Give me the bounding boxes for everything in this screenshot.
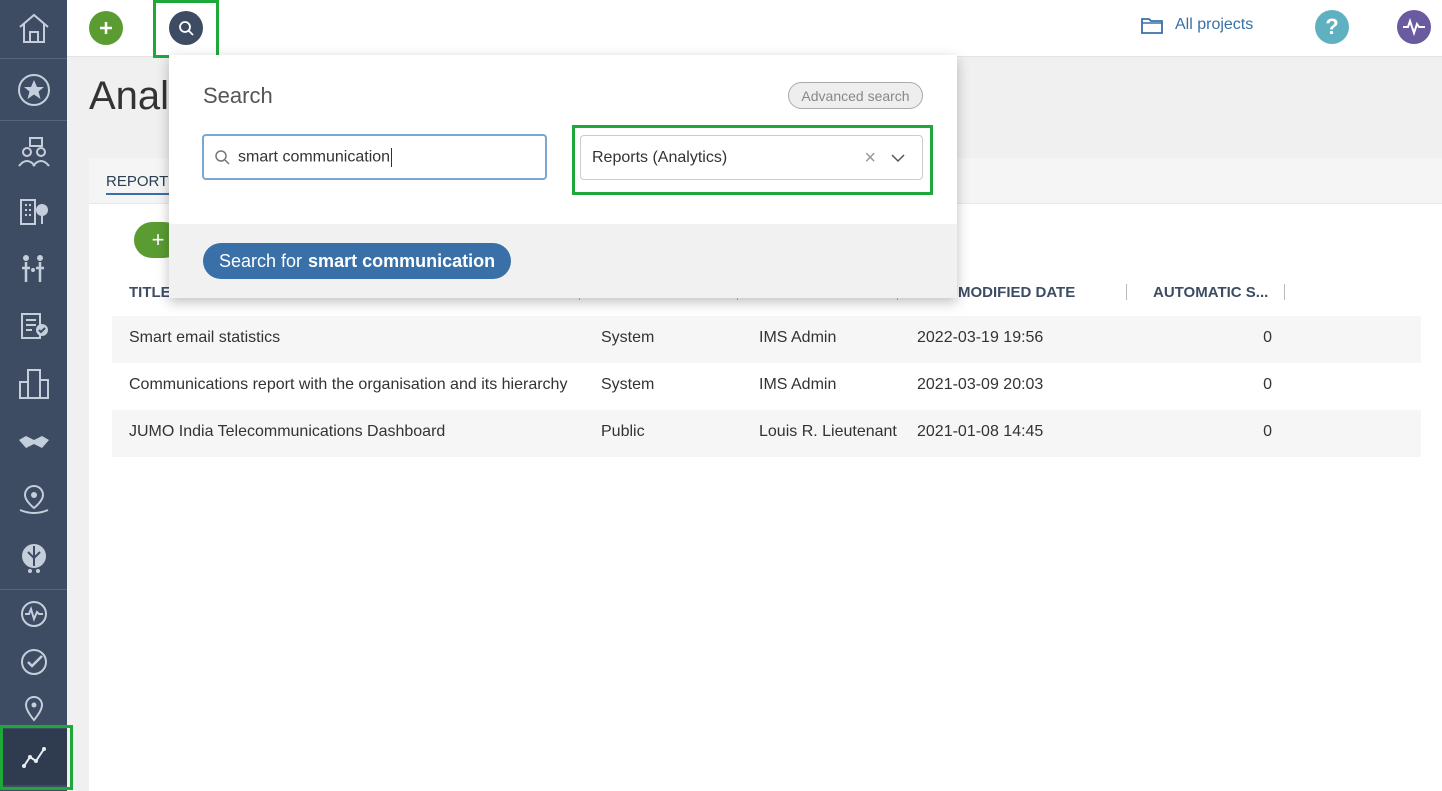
cell-visibility: Public [601,423,645,440]
search-input[interactable]: smart communication [202,134,547,180]
header-title[interactable]: TITLE [129,284,171,301]
map-pin-icon[interactable] [0,472,67,528]
cell-title: Communications report with the organisat… [129,376,568,393]
search-for-query: smart communication [308,250,496,271]
header-automatic[interactable]: AUTOMATIC S... [1153,284,1268,301]
cell-title: Smart email statistics [129,329,281,346]
cell-automatic: 0 [1263,329,1272,346]
cell-owner: Louis R. Lieutenant [759,423,897,440]
cell-automatic: 0 [1263,376,1272,393]
cell-owner: IMS Admin [759,329,837,346]
scope-select-highlight [572,125,933,195]
city-icon[interactable] [0,356,67,412]
plus-icon [100,22,112,34]
search-button-highlight [153,0,219,58]
cell-owner: IMS Admin [759,376,837,393]
tab-reports[interactable]: REPORTS [106,173,179,195]
pulse-icon [1403,18,1425,36]
cell-modified-date: 2022-03-19 19:56 [917,329,1044,346]
cell-visibility: System [601,329,655,346]
buildings-tree-icon[interactable] [0,182,67,238]
cell-modified-date: 2021-03-09 20:03 [917,376,1044,393]
search-icon [215,150,230,165]
help-button[interactable]: ? [1315,10,1349,44]
sidebar [0,0,67,791]
people-chat-icon[interactable] [0,124,67,180]
cell-automatic: 0 [1263,423,1272,440]
cell-modified-date: 2021-01-08 14:45 [917,423,1044,440]
star-icon[interactable] [0,62,67,118]
home-icon[interactable] [0,0,67,56]
search-for-prefix: Search for [219,250,303,271]
folder-icon [1141,18,1163,34]
table-row[interactable]: Smart email statistics System IMS Admin … [112,316,1421,363]
search-panel-title: Search [203,83,273,108]
search-input-value: smart communication [238,148,391,166]
search-for-button[interactable]: Search for smart communication [203,243,512,279]
all-projects-label: All projects [1175,16,1254,33]
activity-button[interactable] [1397,10,1431,44]
topbar: All projects ? [67,0,1442,57]
cell-title: JUMO India Telecommunications Dashboard [129,423,446,440]
advanced-search-button[interactable]: Advanced search [788,82,923,109]
cell-visibility: System [601,376,655,393]
help-icon: ? [1325,14,1339,39]
checklist-icon[interactable] [0,298,67,354]
all-projects-link[interactable]: All projects [1141,16,1253,34]
search-panel-footer: Search for smart communication [169,224,957,298]
add-button[interactable] [89,11,123,45]
leaf-drops-icon[interactable] [0,530,67,586]
table-row[interactable]: Communications report with the organisat… [112,363,1421,410]
analytics-highlight [0,725,73,790]
table-row[interactable]: JUMO India Telecommunications Dashboard … [112,410,1421,457]
handshake-icon[interactable] [0,414,67,470]
family-icon[interactable] [0,240,67,296]
header-modified-date[interactable]: MODIFIED DATE [958,284,1075,301]
